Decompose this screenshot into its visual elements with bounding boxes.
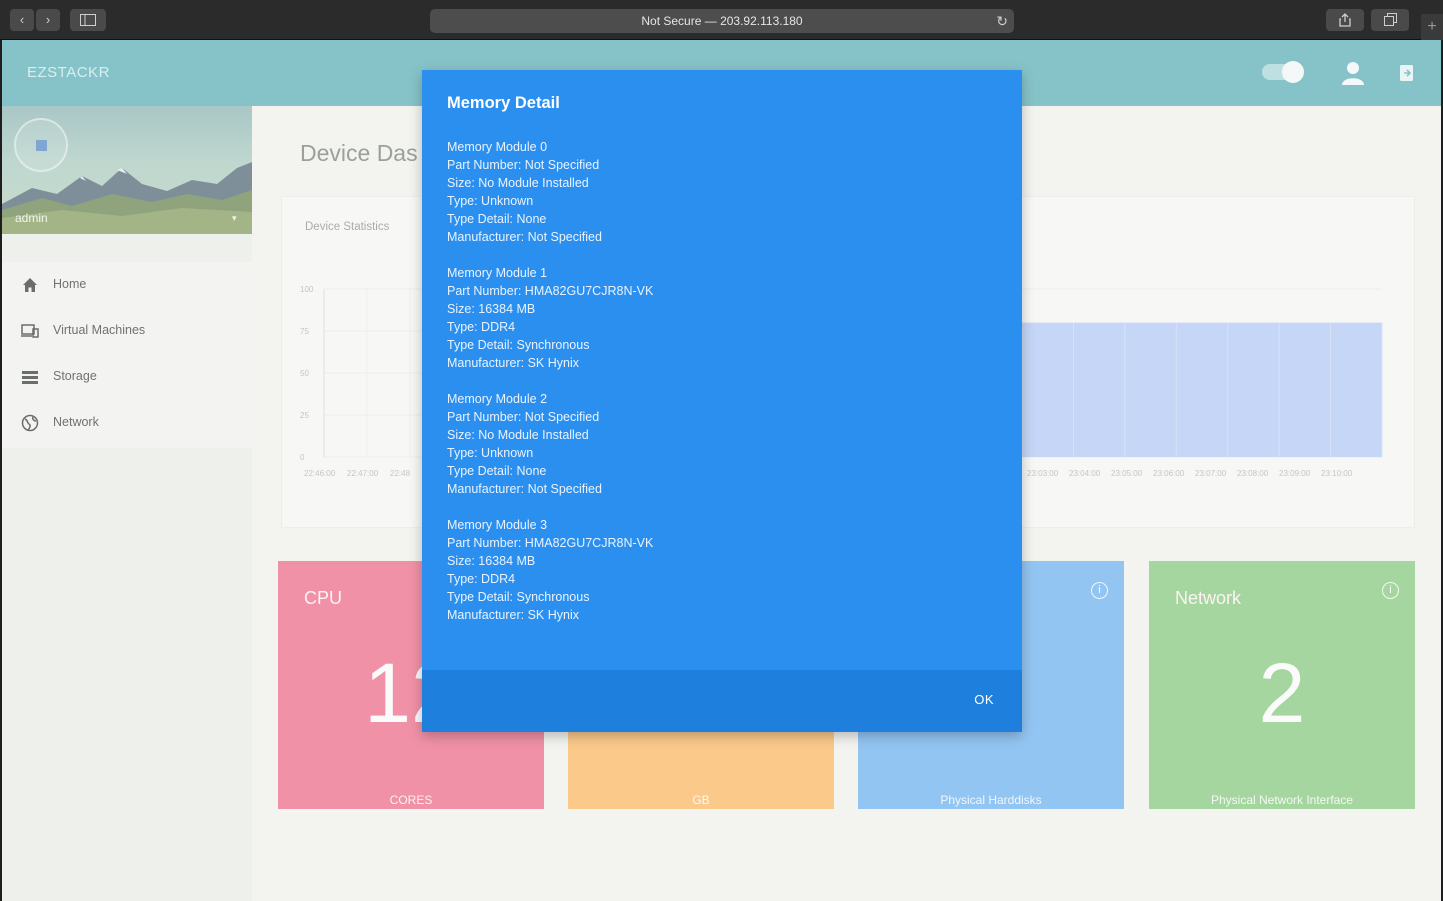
memory-module-block: Memory Module 0 Part Number: Not Specifi… [447, 138, 1007, 246]
url-text: Not Secure — 203.92.113.180 [641, 14, 803, 28]
module-line: Type Detail: None [447, 464, 547, 478]
module-line: Type: DDR4 [447, 572, 516, 586]
sidebar: admin ▾ Home Virtual Machines Storage Ne… [2, 106, 252, 901]
page-title: Device Das [300, 140, 418, 166]
module-line: Part Number: HMA82GU7CJR8N-VK [447, 284, 654, 298]
module-line: Manufacturer: SK Hynix [447, 608, 579, 622]
virtual-machines-icon [21, 324, 39, 338]
storage-icon [22, 371, 38, 384]
y-tick-label: 75 [300, 327, 309, 336]
sidebar-item-label: Network [53, 415, 99, 429]
x-tick-label: 23:06:00 [1153, 469, 1185, 478]
x-tick-label: 23:08:00 [1237, 469, 1269, 478]
tile-value: 2 [1258, 646, 1306, 740]
x-tick-label: 22:47:00 [347, 469, 379, 478]
back-icon[interactable]: ‹ [10, 9, 34, 31]
user-name[interactable]: admin [15, 211, 48, 225]
tile-title: Network [1175, 588, 1242, 608]
app-viewport: EZSTACKR admin ▾ Home Virtual Machines S… [2, 40, 1441, 901]
sidebar-item-label: Home [53, 277, 87, 291]
dialog-footer: OK [422, 670, 1022, 732]
dialog-body: Memory Module 0 Part Number: Not Specifi… [447, 138, 1007, 642]
module-line: Size: No Module Installed [447, 176, 589, 190]
avatar[interactable] [14, 118, 68, 172]
sidebar-item-home[interactable]: Home [2, 262, 252, 308]
module-line: Part Number: HMA82GU7CJR8N-VK [447, 536, 654, 550]
x-tick-label: 23:05:00 [1111, 469, 1143, 478]
new-tab-icon[interactable]: + [1421, 14, 1443, 40]
brand-logo[interactable]: EZSTACKR [27, 64, 110, 81]
y-tick-label: 100 [300, 285, 314, 294]
browser-toolbar: ‹ › Not Secure — 203.92.113.180 ↻ + [0, 0, 1443, 40]
module-line: Size: 16384 MB [447, 554, 536, 568]
y-tick-label: 50 [300, 369, 309, 378]
share-icon[interactable] [1326, 9, 1364, 31]
info-icon[interactable]: i [1382, 582, 1399, 599]
x-tick-label: 23:03:00 [1027, 469, 1059, 478]
sidebar-toggle-icon[interactable] [70, 9, 106, 31]
ok-button[interactable]: OK [974, 692, 994, 707]
module-line: Type: Unknown [447, 446, 534, 460]
tile-title: CPU [304, 588, 343, 608]
module-line: Type: Unknown [447, 194, 534, 208]
home-icon [23, 278, 37, 292]
x-tick-label: 23:04:00 [1069, 469, 1101, 478]
tile-footer: GB [692, 793, 710, 807]
module-line: Size: 16384 MB [447, 302, 536, 316]
tile-footer: Physical Harddisks [940, 793, 1042, 807]
memory-module-block: Memory Module 2 Part Number: Not Specifi… [447, 390, 1007, 498]
sidebar-item-label: Virtual Machines [53, 323, 146, 337]
x-tick-label: 23:07:00 [1195, 469, 1227, 478]
module-line: Memory Module 1 [447, 266, 548, 280]
module-line: Type Detail: Synchronous [447, 590, 590, 604]
y-tick-label: 25 [300, 411, 309, 420]
dialog-title: Memory Detail [447, 94, 560, 112]
tile-footer: CORES [389, 793, 433, 807]
sidebar-item-label: Storage [53, 369, 97, 383]
module-line: Manufacturer: Not Specified [447, 482, 602, 496]
module-line: Part Number: Not Specified [447, 158, 600, 172]
module-line: Type Detail: Synchronous [447, 338, 590, 352]
tile-footer: Physical Network Interface [1210, 793, 1354, 807]
profile-header: admin ▾ [2, 106, 252, 234]
sidebar-item-network[interactable]: Network [2, 400, 252, 446]
address-bar[interactable]: Not Secure — 203.92.113.180 ↻ [430, 9, 1014, 33]
module-line: Type: DDR4 [447, 320, 516, 334]
sidebar-item-virtual-machines[interactable]: Virtual Machines [2, 308, 252, 354]
memory-module-block: Memory Module 3 Part Number: HMA82GU7CJR… [447, 516, 1007, 624]
module-line: Memory Module 3 [447, 518, 548, 532]
reload-icon[interactable]: ↻ [996, 9, 1008, 33]
sidebar-menu: Home Virtual Machines Storage Network [2, 262, 252, 448]
module-line: Memory Module 2 [447, 392, 548, 406]
tabs-icon[interactable] [1371, 9, 1409, 31]
network-tile[interactable]: Network i 2 Physical Network Interface [1149, 561, 1415, 809]
module-line: Memory Module 0 [447, 140, 548, 154]
x-tick-label: 22:46:00 [304, 469, 336, 478]
x-tick-label: 22:48 [390, 469, 411, 478]
x-tick-label: 23:09:00 [1279, 469, 1311, 478]
module-line: Manufacturer: SK Hynix [447, 356, 579, 370]
module-line: Type Detail: None [447, 212, 547, 226]
chevron-down-icon[interactable]: ▾ [232, 213, 237, 224]
logout-icon[interactable] [1399, 64, 1415, 82]
module-line: Part Number: Not Specified [447, 410, 600, 424]
memory-module-block: Memory Module 1 Part Number: HMA82GU7CJR… [447, 264, 1007, 372]
module-line: Manufacturer: Not Specified [447, 230, 602, 244]
theme-toggle[interactable] [1262, 61, 1304, 83]
y-tick-label: 0 [300, 453, 305, 462]
x-tick-label: 23:10:00 [1321, 469, 1353, 478]
info-icon[interactable]: i [1091, 582, 1108, 599]
globe-icon [21, 414, 39, 432]
forward-icon[interactable]: › [36, 9, 60, 31]
toggle-knob [1282, 61, 1304, 83]
sidebar-item-storage[interactable]: Storage [2, 354, 252, 400]
memory-detail-dialog: Memory Detail Memory Module 0 Part Numbe… [422, 70, 1022, 732]
user-icon[interactable] [1340, 60, 1366, 86]
area-series [1022, 322, 1382, 457]
avatar-image-icon [36, 140, 47, 151]
module-line: Size: No Module Installed [447, 428, 589, 442]
